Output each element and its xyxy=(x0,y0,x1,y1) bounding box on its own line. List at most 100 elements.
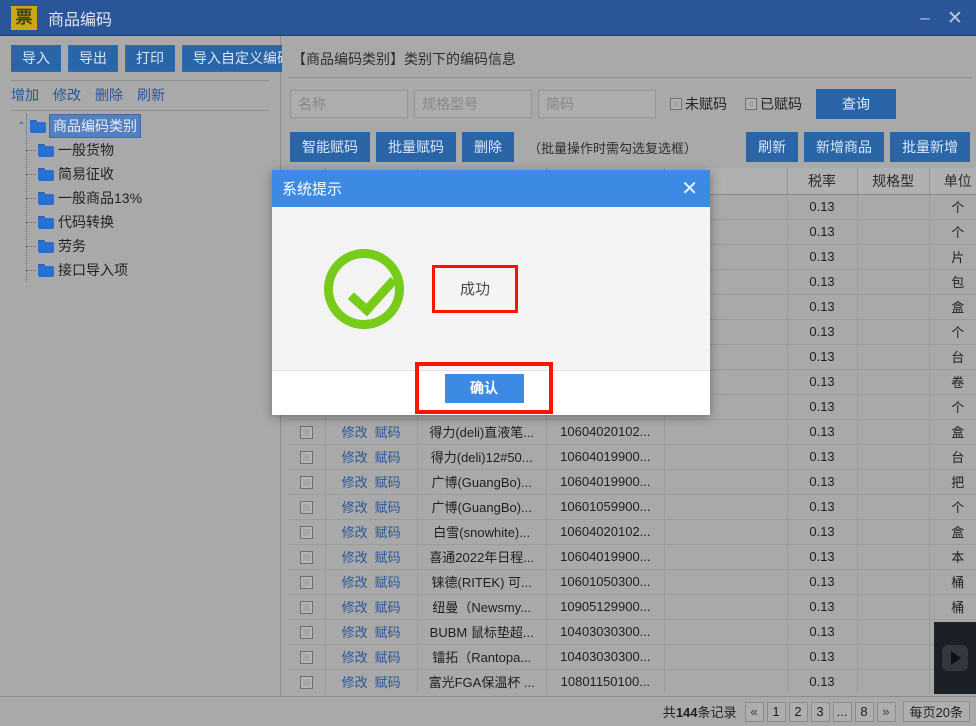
edit-link[interactable]: 修改 xyxy=(53,85,81,105)
row-edit-link[interactable]: 修改 xyxy=(342,650,368,665)
row-checkbox-cell[interactable] xyxy=(288,544,326,570)
row-assign-code-link[interactable]: 赋码 xyxy=(375,550,401,565)
close-icon[interactable]: ✕ xyxy=(679,179,700,199)
row-edit-link[interactable]: 修改 xyxy=(342,675,368,690)
table-row[interactable]: 修改赋码广博(GuangBo)...10601059900...0.13个9 xyxy=(288,494,976,520)
checkbox-icon[interactable] xyxy=(299,626,313,640)
table-row[interactable]: 修改赋码喜通2022年日程...10604019900...0.13本3 xyxy=(288,544,976,570)
table-row[interactable]: 修改赋码铼德(RITEK) 可...10601050300...0.13桶5 xyxy=(288,569,976,595)
checkbox-icon[interactable] xyxy=(299,476,313,490)
refresh-link[interactable]: 刷新 xyxy=(137,85,165,105)
checkbox-icon[interactable] xyxy=(299,426,313,440)
checkbox-icon[interactable] xyxy=(299,676,313,690)
row-checkbox-cell[interactable] xyxy=(288,469,326,495)
tree-item-code-convert[interactable]: 代码转换 xyxy=(0,210,281,234)
page-number-button[interactable]: 8 xyxy=(854,701,874,722)
play-icon[interactable] xyxy=(942,645,968,671)
minimize-icon[interactable]: – xyxy=(910,0,940,36)
batch-new-button[interactable]: 批量新增 xyxy=(890,132,970,162)
row-edit-link[interactable]: 修改 xyxy=(342,425,368,440)
import-button[interactable]: 导入 xyxy=(11,44,61,72)
row-edit-link[interactable]: 修改 xyxy=(342,625,368,640)
checkbox-icon[interactable] xyxy=(299,501,313,515)
checkbox-icon[interactable] xyxy=(299,576,313,590)
checkbox-icon[interactable] xyxy=(299,651,313,665)
page-number-button[interactable]: 2 xyxy=(788,701,808,722)
delete-button[interactable]: 删除 xyxy=(462,132,514,162)
row-assign-code-link[interactable]: 赋码 xyxy=(375,475,401,490)
batch-code-button[interactable]: 批量赋码 xyxy=(376,132,456,162)
table-row[interactable]: 修改赋码得力(deli)12#50...10604019900...0.13台1… xyxy=(288,444,976,470)
table-row[interactable]: 修改 赋码 广博(GuangBo)... 10604019900... 0.13 把 xyxy=(288,469,976,495)
checkbox-icon[interactable] xyxy=(299,601,313,615)
row-assign-code-link[interactable]: 赋码 xyxy=(375,500,401,515)
table-row[interactable]: 修改赋码得力(deli)直液笔...10604020102...0.13盒5: xyxy=(288,419,976,445)
shortcode-input[interactable] xyxy=(538,90,656,118)
tree-item-general-13[interactable]: 一般商品13% xyxy=(0,186,281,210)
row-checkbox-cell[interactable] xyxy=(288,669,326,693)
delete-link[interactable]: 删除 xyxy=(95,85,123,105)
tree-item-simple-levy[interactable]: 简易征收 xyxy=(0,162,281,186)
row-assign-code-link[interactable]: 赋码 xyxy=(375,600,401,615)
new-product-button[interactable]: 新增商品 xyxy=(804,132,884,162)
tree-item-service[interactable]: 劳务 xyxy=(0,234,281,258)
row-assign-code-link[interactable]: 赋码 xyxy=(375,575,401,590)
tree-item-interface-import[interactable]: 接口导入项 xyxy=(0,258,281,282)
tree-item-root[interactable]: ⌃ 商品编码类别 xyxy=(0,114,281,138)
floating-play-widget[interactable] xyxy=(934,622,976,694)
row-assign-code-link[interactable]: 赋码 xyxy=(375,675,401,690)
table-row[interactable]: 修改赋码纽曼（Newsmy...10905129900...0.13桶3 xyxy=(288,594,976,620)
checkbox-icon[interactable] xyxy=(299,551,313,565)
checkbox-icon[interactable] xyxy=(299,451,313,465)
query-button[interactable]: 查询 xyxy=(816,89,896,119)
page-number-button[interactable]: 3 xyxy=(810,701,830,722)
spec-input[interactable] xyxy=(414,90,532,118)
confirm-button[interactable]: 确认 xyxy=(444,373,524,403)
window-title: 商品编码 xyxy=(48,11,113,29)
table-row[interactable]: 修改赋码BUBM 鼠标垫超...10403030300...0.13张60 xyxy=(288,619,976,645)
row-checkbox-cell[interactable] xyxy=(288,594,326,620)
smart-code-button[interactable]: 智能赋码 xyxy=(290,132,370,162)
row-tax-cell: 0.13 xyxy=(787,569,858,595)
row-edit-link[interactable]: 修改 xyxy=(342,600,368,615)
table-row[interactable]: 修改 赋码 白雪(snowhite)... 10604020102... 0.13 盒 xyxy=(288,519,976,545)
row-checkbox-cell[interactable] xyxy=(288,519,326,545)
row-edit-link[interactable]: 修改 xyxy=(342,575,368,590)
checkbox-icon[interactable] xyxy=(745,98,757,110)
table-row[interactable]: 修改赋码富光FGA保温杯 ...10801150100...0.13个 xyxy=(288,669,976,693)
close-icon[interactable]: ✕ xyxy=(940,0,970,36)
row-edit-link[interactable]: 修改 xyxy=(342,475,368,490)
collapse-chevron-icon[interactable]: ⌃ xyxy=(16,121,27,132)
row-edit-link[interactable]: 修改 xyxy=(342,450,368,465)
row-assign-code-link[interactable]: 赋码 xyxy=(375,450,401,465)
row-checkbox-cell[interactable] xyxy=(288,644,326,670)
row-edit-link[interactable]: 修改 xyxy=(342,525,368,540)
add-link[interactable]: 增加 xyxy=(11,85,39,105)
page-prev-button[interactable]: « xyxy=(744,701,764,722)
page-number-button[interactable]: 1 xyxy=(766,701,786,722)
refresh-button[interactable]: 刷新 xyxy=(746,132,798,162)
tree-item-general-goods[interactable]: 一般货物 xyxy=(0,138,281,162)
page-next-button[interactable]: » xyxy=(876,701,896,722)
row-checkbox-cell[interactable] xyxy=(288,619,326,645)
page-size-select[interactable]: 每页20条 xyxy=(902,701,970,722)
row-edit-link[interactable]: 修改 xyxy=(342,500,368,515)
row-assign-code-link[interactable]: 赋码 xyxy=(375,425,401,440)
checkbox-uncoded[interactable]: 未赋码 xyxy=(670,94,727,114)
row-edit-link[interactable]: 修改 xyxy=(342,550,368,565)
checkbox-icon[interactable] xyxy=(299,526,313,540)
row-assign-code-link[interactable]: 赋码 xyxy=(375,625,401,640)
print-button[interactable]: 打印 xyxy=(125,44,175,72)
checkbox-icon[interactable] xyxy=(670,98,682,110)
name-input[interactable] xyxy=(290,90,408,118)
page-number-button[interactable]: ... xyxy=(832,701,852,722)
table-row[interactable]: 修改赋码镭拓（Rantopa...10403030300...0.13片70 xyxy=(288,644,976,670)
row-assign-code-link[interactable]: 赋码 xyxy=(375,525,401,540)
checkbox-coded[interactable]: 已赋码 xyxy=(745,94,802,114)
row-checkbox-cell[interactable] xyxy=(288,494,326,520)
row-checkbox-cell[interactable] xyxy=(288,569,326,595)
row-assign-code-link[interactable]: 赋码 xyxy=(375,650,401,665)
export-button[interactable]: 导出 xyxy=(68,44,118,72)
row-checkbox-cell[interactable] xyxy=(288,419,326,445)
row-checkbox-cell[interactable] xyxy=(288,444,326,470)
